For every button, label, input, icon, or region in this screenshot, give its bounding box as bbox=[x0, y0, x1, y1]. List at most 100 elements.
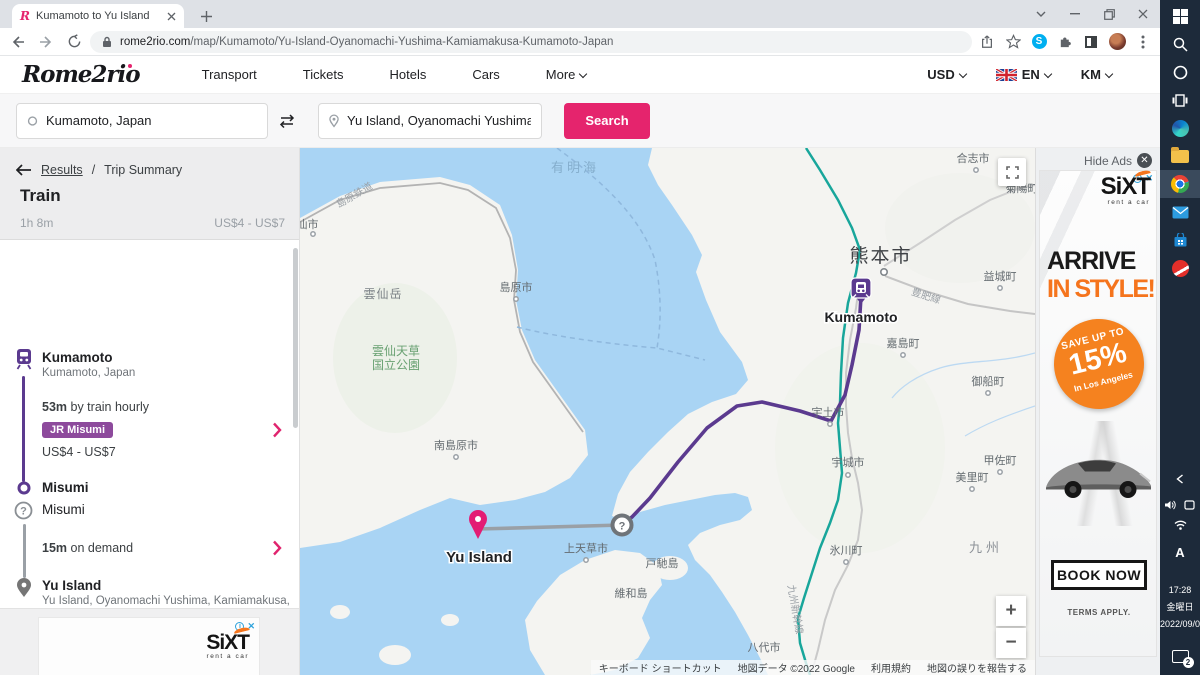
map-label-island: 戸馳島 bbox=[646, 556, 679, 570]
nav-more[interactable]: More bbox=[546, 67, 587, 82]
back-button[interactable] bbox=[6, 30, 30, 54]
leg2-chevron-icon[interactable] bbox=[272, 540, 282, 556]
sixt-tagline: rent a car bbox=[206, 653, 249, 660]
map-label-town: 上天草市 bbox=[564, 541, 608, 555]
tab-title: Kumamoto to Yu Island bbox=[36, 10, 161, 22]
extensions-puzzle-icon[interactable] bbox=[1054, 31, 1076, 53]
browser-toolbar: rome2rio.com/map/Kumamoto/Yu-Island-Oyan… bbox=[0, 28, 1160, 56]
display-icon[interactable] bbox=[1184, 500, 1195, 510]
swap-arrows-icon bbox=[278, 113, 296, 129]
wifi-icon[interactable] bbox=[1160, 517, 1200, 535]
units-selector[interactable]: KM bbox=[1081, 67, 1112, 82]
sixt-logo: SiXT bbox=[206, 632, 249, 653]
attrib-report[interactable]: 地図の誤りを報告する bbox=[927, 660, 1027, 675]
map-label-town: 嘉島町 bbox=[887, 336, 920, 350]
attrib-keyboard[interactable]: キーボード ショートカット bbox=[599, 660, 722, 675]
misumi-question-marker[interactable]: ? bbox=[613, 516, 632, 535]
reload-button[interactable] bbox=[62, 30, 86, 54]
fullscreen-button[interactable] bbox=[998, 158, 1026, 186]
origin-input[interactable] bbox=[46, 113, 257, 128]
destination-input[interactable] bbox=[347, 113, 531, 128]
speaker-icon[interactable] bbox=[1165, 500, 1176, 510]
svg-text:?: ? bbox=[20, 506, 27, 518]
window-controls bbox=[1024, 0, 1160, 28]
sidebar-ad-card[interactable]: i✕ SiXT rent a car bbox=[38, 617, 260, 675]
leg1-chevron-icon[interactable] bbox=[272, 422, 282, 438]
back-arrow-icon[interactable] bbox=[16, 164, 32, 176]
url-path: /map/Kumamoto/Yu-Island-Oyanomachi-Yushi… bbox=[190, 36, 613, 48]
swap-locations-button[interactable] bbox=[268, 103, 306, 139]
language-selector[interactable]: EN bbox=[996, 67, 1051, 82]
close-button[interactable] bbox=[1126, 0, 1160, 28]
tray-expand-icon[interactable] bbox=[1160, 471, 1200, 489]
ime-indicator[interactable]: A bbox=[1160, 545, 1200, 560]
taskbar-search-icon[interactable] bbox=[1160, 30, 1200, 58]
leg1-operator-badge: JR Misumi bbox=[42, 420, 113, 438]
destination-pin-icon bbox=[16, 578, 32, 598]
train-icon bbox=[14, 348, 34, 370]
sidebar-scrollbar[interactable] bbox=[293, 248, 298, 428]
map[interactable]: 有明海 島原鉄道 雲仙市 雲仙岳 島原市 雲仙天草 国立公園 南島原市 上天草市… bbox=[300, 148, 1035, 675]
misumi-port-name: Misumi bbox=[42, 502, 85, 517]
forward-button[interactable] bbox=[34, 30, 58, 54]
hide-ads-close-icon[interactable]: ✕ bbox=[1137, 153, 1152, 168]
browser-tab[interactable]: R Kumamoto to Yu Island bbox=[12, 4, 184, 28]
ad-discount-badge: SAVE UP TO 15% In Los Angeles bbox=[1044, 309, 1153, 418]
restore-button[interactable] bbox=[1092, 0, 1126, 28]
attrib-terms[interactable]: 利用規約 bbox=[871, 660, 911, 675]
currency-selector[interactable]: USD bbox=[927, 67, 965, 82]
bookmark-star-icon[interactable] bbox=[1002, 31, 1024, 53]
cortana-icon[interactable] bbox=[1160, 58, 1200, 86]
route-mode-title: Train bbox=[20, 186, 61, 206]
zoom-out-button[interactable]: − bbox=[996, 628, 1026, 658]
url-text: rome2rio.com/map/Kumamoto/Yu-Island-Oyan… bbox=[120, 36, 613, 48]
zoom-in-button[interactable]: + bbox=[996, 596, 1026, 626]
car-image bbox=[1040, 421, 1158, 526]
file-explorer-icon[interactable] bbox=[1160, 142, 1200, 170]
address-bar[interactable]: rome2rio.com/map/Kumamoto/Yu-Island-Oyan… bbox=[90, 31, 972, 53]
sixt-tagline: rent a car bbox=[1101, 199, 1150, 206]
search-button[interactable]: Search bbox=[564, 103, 650, 139]
svg-text:?: ? bbox=[619, 521, 626, 533]
nav-tickets[interactable]: Tickets bbox=[303, 67, 344, 82]
ad-headline-1: ARRIVE bbox=[1047, 247, 1135, 276]
reader-extension-icon[interactable] bbox=[1080, 31, 1102, 53]
skype-extension-icon[interactable]: S bbox=[1028, 31, 1050, 53]
search-bar: Search bbox=[0, 94, 1160, 148]
tray-sound-display-icons[interactable] bbox=[1160, 497, 1200, 515]
new-tab-button[interactable] bbox=[196, 6, 216, 26]
profile-avatar[interactable] bbox=[1106, 31, 1128, 53]
breadcrumb: Results / Trip Summary bbox=[16, 163, 182, 177]
book-now-button[interactable]: BOOK NOW bbox=[1051, 560, 1147, 590]
nav-transport[interactable]: Transport bbox=[202, 67, 257, 82]
hide-ads-button[interactable]: Hide Ads✕ bbox=[1084, 153, 1152, 168]
antivirus-icon[interactable] bbox=[1160, 254, 1200, 282]
store-icon[interactable] bbox=[1160, 226, 1200, 254]
edge-icon[interactable] bbox=[1160, 114, 1200, 142]
tab-close-icon[interactable] bbox=[167, 12, 176, 21]
tray-clock[interactable]: 17:28 金曜日 2022/09/02 bbox=[1160, 582, 1200, 633]
origin-field[interactable] bbox=[16, 103, 268, 139]
destination-field[interactable] bbox=[318, 103, 542, 139]
rome2rio-favicon: R bbox=[20, 9, 30, 23]
start-button[interactable] bbox=[1160, 2, 1200, 30]
share-icon[interactable] bbox=[976, 31, 998, 53]
lock-icon bbox=[102, 36, 112, 48]
chrome-icon[interactable] bbox=[1160, 170, 1200, 198]
map-label-mountain: 雲仙岳 bbox=[363, 287, 402, 301]
leg2-summary: 15m on demand bbox=[42, 541, 133, 555]
chevron-down-icon bbox=[1105, 70, 1113, 78]
nav-cars[interactable]: Cars bbox=[472, 67, 499, 82]
menu-dots-icon[interactable] bbox=[1132, 31, 1154, 53]
mail-icon[interactable] bbox=[1160, 198, 1200, 226]
minimize-button[interactable] bbox=[1058, 0, 1092, 28]
nav-hotels[interactable]: Hotels bbox=[389, 67, 426, 82]
breadcrumb-results-link[interactable]: Results bbox=[41, 163, 83, 177]
yu-island-marker-label: Yu Island bbox=[446, 549, 512, 566]
notification-center-icon[interactable]: 2 bbox=[1160, 650, 1200, 663]
tab-search-icon[interactable] bbox=[1024, 0, 1058, 28]
sixt-ad[interactable]: i✕ SiXT rent a car ARRIVE IN STYLE! SAVE… bbox=[1039, 170, 1157, 657]
map-canvas[interactable]: 有明海 島原鉄道 雲仙市 雲仙岳 島原市 雲仙天草 国立公園 南島原市 上天草市… bbox=[300, 148, 1035, 675]
rome2rio-logo[interactable]: Rome2rio bbox=[22, 61, 140, 88]
task-view-icon[interactable] bbox=[1160, 86, 1200, 114]
